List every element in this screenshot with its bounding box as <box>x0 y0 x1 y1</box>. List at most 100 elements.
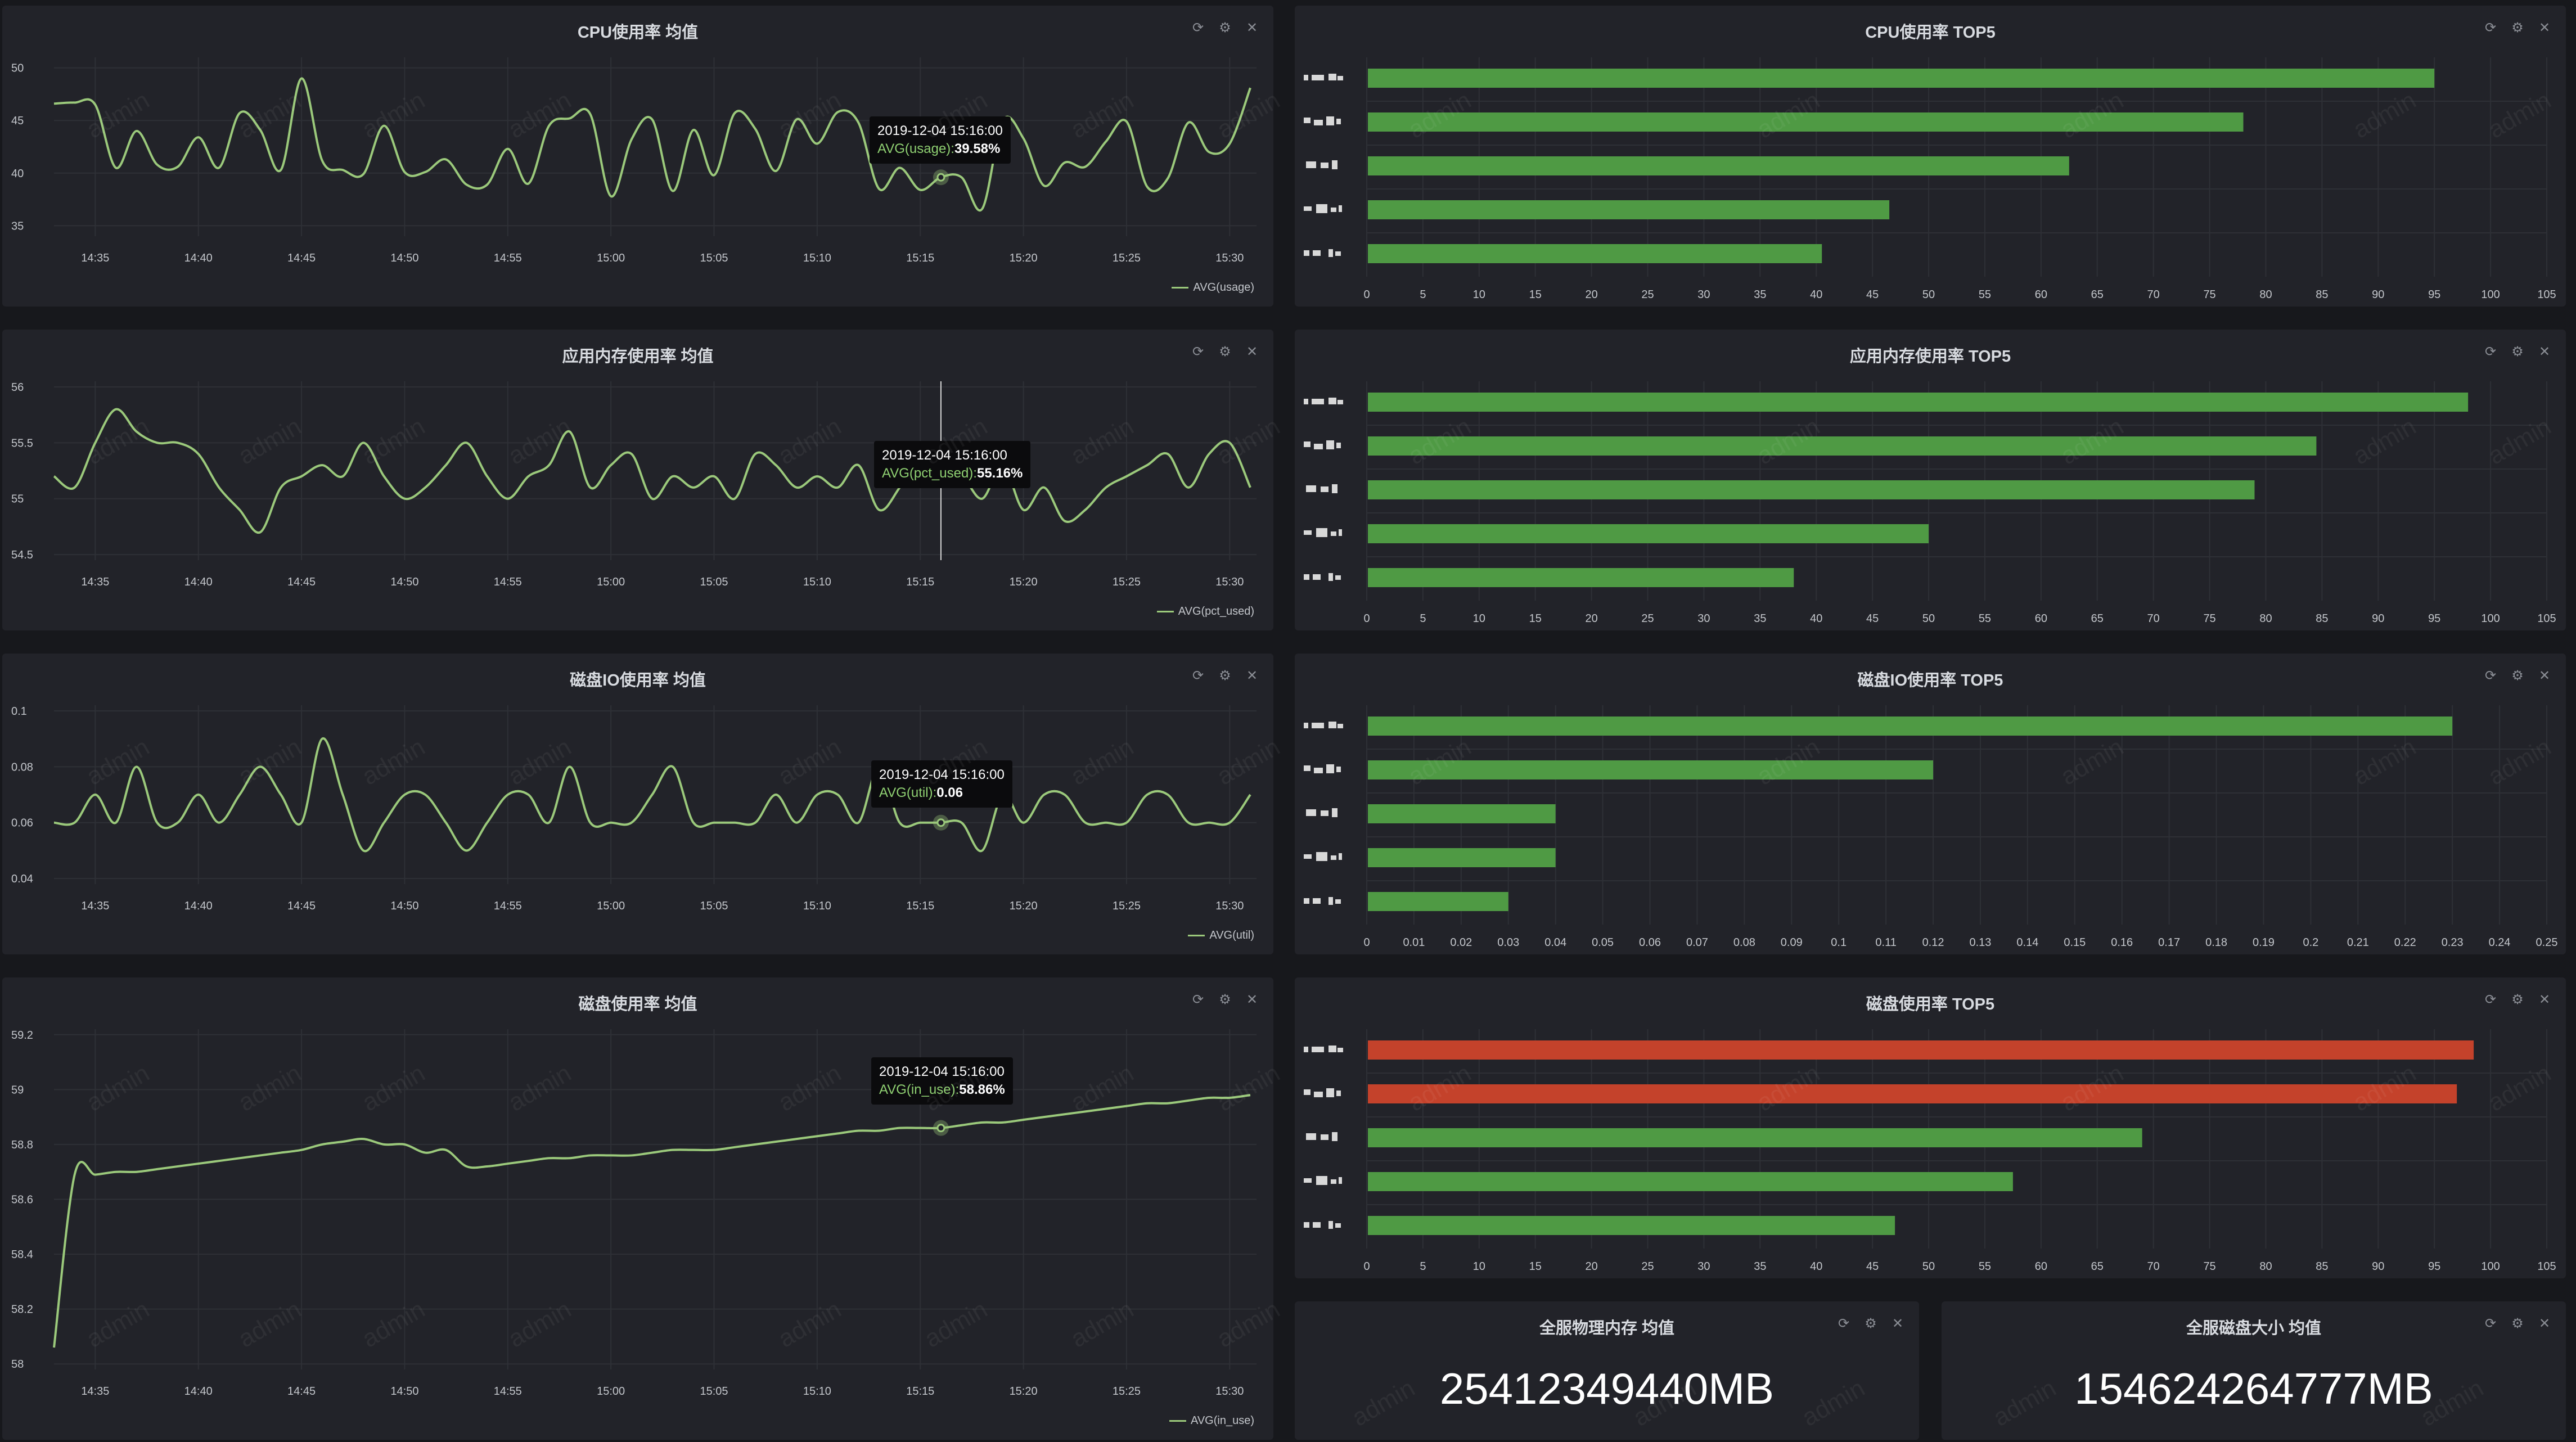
obscured-label-block <box>1328 398 1336 404</box>
x-tick-label: 0.01 <box>1403 936 1425 949</box>
obscured-label-block <box>1326 1088 1334 1097</box>
obscured-host-label <box>1304 573 1341 581</box>
disk-io-avg-panel: 磁盘IO使用率 均值 ⟳ ⚙ ✕ 0.04 0.06 0.08 0.1 14:35 14:40… <box>2 654 1273 954</box>
y-tick-label: 0.04 <box>11 873 33 885</box>
obscured-host-label <box>1304 1176 1342 1185</box>
obscured-host-label <box>1306 808 1337 817</box>
line-chart[interactable]: 0.04 0.06 0.08 0.1 14:35 14:40 14:45 14:50 14:55… <box>2 654 1273 954</box>
bar <box>1368 1040 2474 1060</box>
obscured-label-block <box>1313 1222 1321 1228</box>
obscured-label-block <box>1336 1090 1341 1096</box>
legend-swatch <box>1172 287 1189 289</box>
x-tick-label: 15:15 <box>906 1385 934 1398</box>
obscured-label-block <box>1306 485 1316 492</box>
obscured-host-label <box>1304 1046 1343 1052</box>
bar-chart[interactable]: 0 5 10 15 20 25 30 35 40 45 50 55 60 65 70 75 80 85 90 95 10… <box>1295 6 2566 307</box>
x-tick-label: 45 <box>1866 1260 1879 1273</box>
legend-label: AVG(in_use) <box>1190 1414 1254 1427</box>
y-tick-label: 59.2 <box>11 1029 33 1042</box>
x-tick-label: 0.1 <box>1831 936 1847 949</box>
x-tick-label: 5 <box>1420 289 1426 301</box>
obscured-label-block <box>1328 1221 1333 1229</box>
bar <box>1368 200 1890 219</box>
x-tick-label: 14:35 <box>81 252 109 264</box>
tooltip: 2019-12-04 15:16:00 AVG(pct_used):55.16% <box>874 441 1031 488</box>
tooltip-time: 2019-12-04 15:16:00 <box>879 1064 1005 1079</box>
x-tick-label: 15:25 <box>1113 1385 1141 1398</box>
legend[interactable]: AVG(pct_used) <box>1156 605 1254 618</box>
x-tick-label: 10 <box>1473 289 1485 301</box>
bar <box>1368 568 1794 587</box>
y-tick-label: 40 <box>11 168 24 180</box>
y-tick-label: 0.08 <box>11 761 33 773</box>
close-icon[interactable]: ✕ <box>2538 1317 2551 1331</box>
y-tick-label: 35 <box>11 220 24 232</box>
x-tick-label: 20 <box>1585 1260 1597 1273</box>
gear-icon[interactable]: ⚙ <box>2511 1317 2524 1331</box>
x-tick-label: 80 <box>2259 1260 2272 1273</box>
x-tick-label: 15:00 <box>597 576 625 588</box>
tooltip: 2019-12-04 15:16:00 AVG(util):0.06 <box>871 760 1012 808</box>
bar-chart[interactable]: 0 5 10 15 20 25 30 35 40 45 50 55 60 65 70 75 80 85 90 95 10… <box>1295 977 2566 1278</box>
obscured-label-block <box>1304 441 1310 447</box>
tooltip-time: 2019-12-04 15:16:00 <box>879 767 1005 782</box>
bar <box>1368 112 2244 132</box>
obscured-label-block <box>1328 722 1336 728</box>
x-tick-label: 80 <box>2259 612 2272 625</box>
x-tick-label: 14:35 <box>81 900 109 912</box>
bar-chart[interactable]: 0 5 10 15 20 25 30 35 40 45 50 55 60 65 70 75 80 85 90 95 10… <box>1295 330 2566 630</box>
x-tick-label: 14:50 <box>390 252 418 264</box>
close-icon[interactable]: ✕ <box>1891 1317 1904 1331</box>
legend-label: AVG(usage) <box>1193 281 1254 294</box>
x-tick-label: 0.16 <box>2111 936 2133 949</box>
legend-label: AVG(pct_used) <box>1178 605 1254 618</box>
obscured-label-block <box>1304 250 1309 256</box>
legend[interactable]: AVG(usage) <box>1172 281 1254 294</box>
obscured-host-label <box>1304 764 1341 773</box>
obscured-label-block <box>1304 118 1310 123</box>
obscured-label-block <box>1304 1089 1310 1095</box>
bar <box>1368 1128 2142 1147</box>
gear-icon[interactable]: ⚙ <box>1864 1317 1877 1331</box>
x-tick-label: 90 <box>2372 612 2384 625</box>
x-tick-label: 105 <box>2537 612 2556 625</box>
obscured-label-block <box>1312 1047 1324 1052</box>
x-tick-label: 0.25 <box>2536 936 2558 949</box>
x-tick-label: 30 <box>1697 612 1710 625</box>
line-chart[interactable]: 35 40 45 50 14:35 14:40 14:45 14:50 14:55 15:00 15… <box>2 6 1273 307</box>
x-tick-label: 14:50 <box>390 900 418 912</box>
obscured-label-block <box>1331 208 1336 212</box>
bar <box>1368 244 1822 263</box>
x-tick-label: 0.08 <box>1733 936 1755 949</box>
x-tick-label: 40 <box>1810 1260 1822 1273</box>
bar <box>1368 892 1508 911</box>
refresh-icon[interactable]: ⟳ <box>1837 1317 1850 1331</box>
refresh-icon[interactable]: ⟳ <box>2484 1317 2497 1331</box>
legend[interactable]: AVG(in_use) <box>1169 1414 1254 1427</box>
obscured-label-block <box>1331 531 1336 536</box>
obscured-label-block <box>1326 116 1334 125</box>
x-tick-label: 75 <box>2203 1260 2215 1273</box>
disk-size-stat-panel: 全服磁盘大小 均值 ⟳ ⚙ ✕ 154624264777MB <box>1942 1301 2566 1440</box>
obscured-host-label <box>1304 398 1343 404</box>
memory-top5-panel: 应用内存使用率 TOP5 ⟳ ⚙ ✕ 0 5 10 15 20 25 30 35 40 45 50 55 6… <box>1295 330 2566 630</box>
obscured-label-block <box>1339 853 1342 860</box>
obscured-host-label <box>1304 440 1341 449</box>
x-tick-label: 14:35 <box>81 576 109 588</box>
x-tick-label: 14:45 <box>287 1385 316 1398</box>
obscured-label-block <box>1312 399 1324 404</box>
tooltip: 2019-12-04 15:16:00 AVG(usage):39.58% <box>870 116 1011 164</box>
x-tick-label: 15:15 <box>906 252 934 264</box>
x-tick-label: 35 <box>1754 612 1766 625</box>
x-tick-label: 14:55 <box>494 900 522 912</box>
tooltip-value: 55.16% <box>976 466 1023 481</box>
x-tick-label: 0.13 <box>1969 936 1991 949</box>
line-chart[interactable]: 54.5 55 55.5 56 14:35 14:40 14:45 14:50 14:55 15:… <box>2 330 1273 630</box>
bar-chart[interactable]: 0 0.01 0.02 0.03 0.04 0.05 0.06 0.07 0.08 0.09 0.1… <box>1295 654 2566 954</box>
x-tick-label: 15:30 <box>1215 900 1244 912</box>
x-tick-label: 50 <box>1922 612 1935 625</box>
legend[interactable]: AVG(util) <box>1188 929 1254 942</box>
obscured-label-block <box>1316 528 1327 537</box>
x-tick-label: 14:50 <box>390 576 418 588</box>
line-chart[interactable]: 58 58.2 58.4 58.6 58.8 59 59.2 14:35 14:40 14:45 1… <box>2 977 1273 1440</box>
